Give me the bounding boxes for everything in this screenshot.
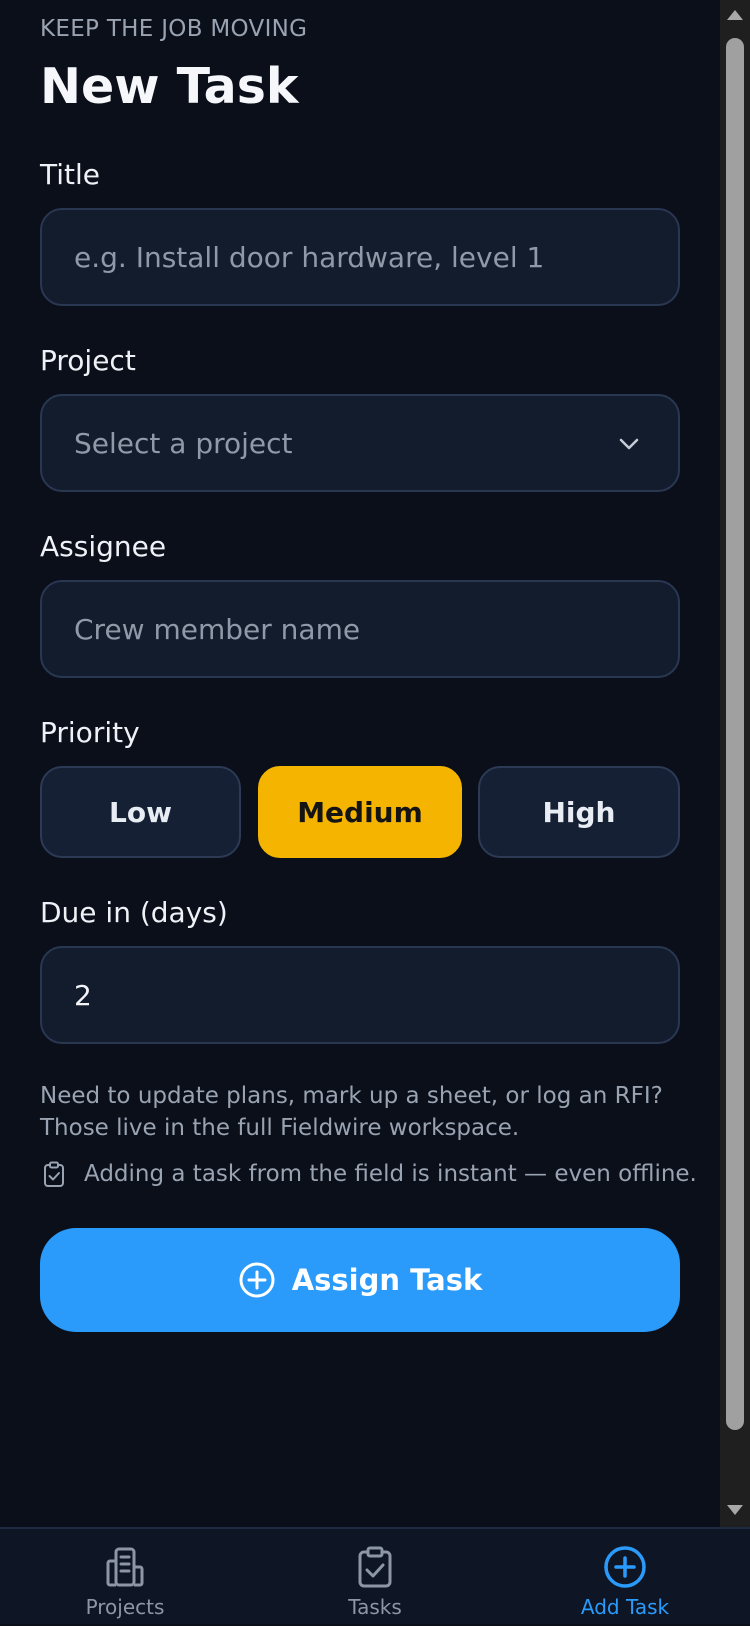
priority-high-button[interactable]: High bbox=[478, 766, 680, 858]
assignee-label: Assignee bbox=[40, 530, 167, 563]
building-icon bbox=[106, 1547, 144, 1587]
form-scroll-area[interactable]: KEEP THE JOB MOVING New Task Title Proje… bbox=[0, 0, 720, 1527]
scrollbar-thumb[interactable] bbox=[726, 38, 744, 1430]
clipboard-check-icon bbox=[358, 1546, 392, 1588]
priority-label: Priority bbox=[40, 716, 140, 749]
page-title: New Task bbox=[40, 58, 299, 115]
title-label: Title bbox=[40, 158, 101, 191]
plus-circle-icon bbox=[239, 1262, 275, 1298]
project-label: Project bbox=[40, 344, 136, 377]
scroll-down-arrow-icon[interactable] bbox=[727, 1505, 743, 1515]
chevron-down-icon bbox=[619, 438, 639, 450]
page-eyebrow: KEEP THE JOB MOVING bbox=[40, 16, 308, 42]
priority-medium-button[interactable]: Medium bbox=[258, 766, 462, 858]
assignee-input[interactable] bbox=[40, 580, 680, 678]
bottom-tab-bar: Projects Tasks Add Task bbox=[0, 1527, 750, 1624]
project-select[interactable]: Select a project bbox=[40, 394, 680, 492]
tab-projects[interactable]: Projects bbox=[0, 1529, 250, 1626]
clipboard-check-icon bbox=[44, 1161, 64, 1187]
assign-task-label: Assign Task bbox=[291, 1263, 483, 1297]
priority-segmented-control: Low Medium High bbox=[40, 766, 680, 858]
due-days-input[interactable]: 2 bbox=[40, 946, 680, 1044]
scroll-up-arrow-icon[interactable] bbox=[727, 10, 743, 20]
assign-task-button[interactable]: Assign Task bbox=[40, 1228, 680, 1332]
project-select-value: Select a project bbox=[74, 426, 293, 460]
help-text: Need to update plans, mark up a sheet, o… bbox=[40, 1083, 663, 1141]
plus-circle-icon bbox=[604, 1546, 646, 1588]
due-label: Due in (days) bbox=[40, 896, 228, 929]
priority-low-button[interactable]: Low bbox=[40, 766, 241, 858]
tab-add-task-label: Add Task bbox=[580, 1595, 670, 1619]
offline-note-text: Adding a task from the field is instant … bbox=[84, 1161, 697, 1187]
title-input[interactable] bbox=[40, 208, 680, 306]
new-task-screen: KEEP THE JOB MOVING New Task Title Proje… bbox=[0, 0, 750, 1624]
vertical-scrollbar[interactable] bbox=[720, 0, 750, 1527]
offline-note: Adding a task from the field is instant … bbox=[40, 1160, 720, 1188]
tab-tasks-label: Tasks bbox=[348, 1595, 402, 1619]
tab-projects-label: Projects bbox=[85, 1595, 165, 1619]
tab-add-task[interactable]: Add Task bbox=[500, 1529, 750, 1626]
tab-tasks[interactable]: Tasks bbox=[250, 1529, 500, 1626]
